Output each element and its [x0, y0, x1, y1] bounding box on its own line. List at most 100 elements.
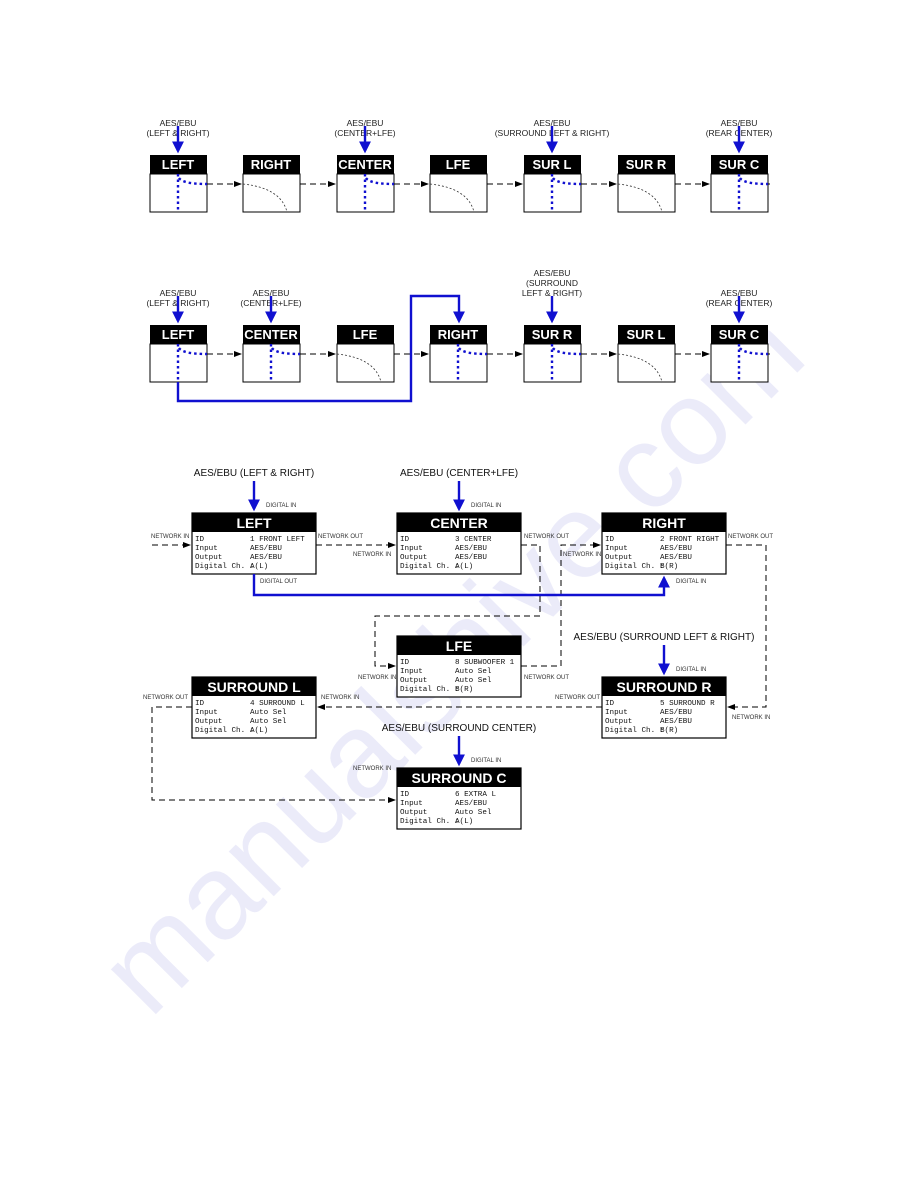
field-value-output: Auto Sel	[250, 718, 287, 726]
field-value-id: 4 SURROUND L	[250, 700, 305, 708]
port-label: NETWORK IN	[151, 534, 189, 540]
port-label: DIGITAL OUT	[260, 579, 297, 585]
source-label: AES/EBU (LEFT & RIGHT)	[194, 468, 314, 479]
digital-in-label: DIGITAL IN	[471, 758, 501, 764]
unit-body	[429, 173, 488, 213]
field-name-output: Output	[400, 554, 427, 562]
unit-lfe: LFE	[336, 325, 395, 383]
setup-unit-left: LEFT ID 1 FRONT LEFT Input AES/EBU Output AES/…	[191, 468, 317, 575]
unit-label: SUR L	[627, 327, 666, 342]
port-label: NETWORK IN	[353, 766, 391, 772]
unit-label: LFE	[446, 157, 471, 172]
field-value-output: AES/EBU	[660, 718, 692, 726]
setup-unit-surround-l: SURROUND LID 4 SURROUND L Input Auto Sel Out…	[191, 676, 317, 739]
field-name-input: Input	[195, 545, 218, 553]
setup-unit-lfe: LFE ID 8 SUBWOOFER 1 Input Auto Sel Output Aut…	[396, 635, 522, 698]
digital-out-route-left-to-right	[176, 294, 465, 403]
field-name-input: Input	[605, 709, 628, 717]
unit-sur-l: SUR LAES/EBU(SURROUND LEFT & RIGHT)	[495, 118, 609, 213]
field-name-output: Output	[605, 554, 632, 562]
setup-unit-right: RIGHT ID 2 FRONT RIGHT Input AES/EBU Output AE…	[601, 512, 727, 575]
field-value-input: AES/EBU	[660, 545, 692, 553]
port-label: NETWORK OUT	[555, 695, 600, 701]
unit-title: SURROUND C	[412, 770, 507, 786]
unit-center: CENTERAES/EBU(CENTER+LFE)	[334, 118, 396, 213]
field-value-input: Auto Sel	[455, 668, 492, 676]
field-name-output: Output	[195, 718, 222, 726]
field-name-digital_ch: Digital Ch. :	[195, 727, 254, 735]
unit-sur-r: SUR RAES/EBU(SURROUNDLEFT & RIGHT)	[522, 268, 582, 383]
field-value-id: 3 CENTER	[455, 536, 492, 544]
field-name-output: Output	[605, 718, 632, 726]
unit-sur-r: SUR R	[617, 155, 676, 213]
diagram-3-detailed-setup: LEFT ID 1 FRONT LEFT Input AES/EBU Output AES/…	[143, 468, 773, 830]
unit-body	[617, 173, 676, 213]
unit-label: SUR C	[719, 327, 760, 342]
field-name-id: ID	[605, 536, 615, 544]
field-value-digital_ch: B(R)	[660, 563, 678, 571]
unit-sur-l: SUR L	[617, 325, 676, 383]
unit-sur-c: SUR CAES/EBU(REAR CENTER)	[706, 288, 772, 383]
field-name-input: Input	[400, 800, 423, 808]
field-name-id: ID	[605, 700, 615, 708]
field-value-id: 8 SUBWOOFER 1	[455, 659, 515, 667]
source-label: (SURROUND	[526, 278, 578, 288]
setup-unit-surround-r: SURROUND RID 5 SURROUND R Input AES/EBU Outp…	[574, 632, 755, 739]
field-value-output: Auto Sel	[455, 677, 492, 685]
unit-title: LFE	[446, 638, 472, 654]
port-label: NETWORK IN	[358, 675, 396, 681]
field-name-digital_ch: Digital Ch. :	[605, 563, 664, 571]
source-label: AES/EBU (CENTER+LFE)	[400, 468, 518, 479]
source-label: AES/EBU	[534, 268, 571, 278]
port-label: DIGITAL IN	[676, 579, 706, 585]
unit-label: CENTER	[338, 157, 392, 172]
field-value-input: AES/EBU	[455, 545, 487, 553]
network-link-right-surr	[726, 544, 767, 710]
unit-right: RIGHT	[429, 325, 488, 383]
unit-label: RIGHT	[251, 157, 292, 172]
diagram-1-daisy-chain: LEFTAES/EBU(LEFT & RIGHT) RIGHT CENTERAES/…	[146, 118, 772, 213]
source-label: AES/EBU (SURROUND LEFT & RIGHT)	[574, 632, 755, 643]
unit-left: LEFTAES/EBU(LEFT & RIGHT)	[146, 288, 210, 383]
unit-body	[242, 173, 301, 213]
unit-title: CENTER	[430, 515, 488, 531]
port-label: NETWORK IN	[321, 695, 359, 701]
field-value-id: 6 EXTRA L	[455, 791, 496, 799]
setup-unit-center: CENTER ID 3 CENTER Input AES/EBU Output AES/EB…	[396, 468, 522, 575]
unit-center: CENTERAES/EBU(CENTER+LFE)	[240, 288, 302, 383]
field-name-input: Input	[195, 709, 218, 717]
field-value-input: AES/EBU	[660, 709, 692, 717]
field-name-id: ID	[400, 791, 410, 799]
field-value-digital_ch: A(L)	[455, 563, 473, 571]
field-name-digital_ch: Digital Ch. :	[195, 563, 254, 571]
field-name-digital_ch: Digital Ch. :	[400, 563, 459, 571]
port-label: NETWORK IN	[563, 552, 601, 558]
field-value-input: AES/EBU	[250, 545, 282, 553]
field-value-digital_ch: A(L)	[250, 563, 268, 571]
unit-lfe: LFE	[429, 155, 488, 213]
field-name-id: ID	[195, 536, 205, 544]
unit-label: LFE	[353, 327, 378, 342]
field-name-id: ID	[400, 536, 410, 544]
unit-body	[336, 343, 395, 383]
unit-title: SURROUND R	[617, 679, 712, 695]
unit-label: SUR R	[626, 157, 667, 172]
unit-title: RIGHT	[642, 515, 686, 531]
digital-in-label: DIGITAL IN	[471, 503, 501, 509]
field-value-output: AES/EBU	[660, 554, 692, 562]
field-value-input: Auto Sel	[250, 709, 287, 717]
diagram-canvas: manualshive.com LEFTAES/EBU(LEFT & RIGHT…	[74, 118, 829, 1038]
port-label: NETWORK OUT	[318, 534, 363, 540]
field-value-id: 5 SURROUND R	[660, 700, 715, 708]
port-label: NETWORK OUT	[524, 534, 569, 540]
unit-body	[617, 343, 676, 383]
unit-label: SUR C	[719, 157, 760, 172]
port-label: NETWORK OUT	[143, 695, 188, 701]
field-name-output: Output	[400, 677, 427, 685]
unit-label: CENTER	[244, 327, 298, 342]
field-name-output: Output	[195, 554, 222, 562]
field-value-digital_ch: A(L)	[455, 818, 473, 826]
digital-in-label: DIGITAL IN	[266, 503, 296, 509]
field-name-input: Input	[400, 668, 423, 676]
port-label: NETWORK IN	[732, 715, 770, 721]
